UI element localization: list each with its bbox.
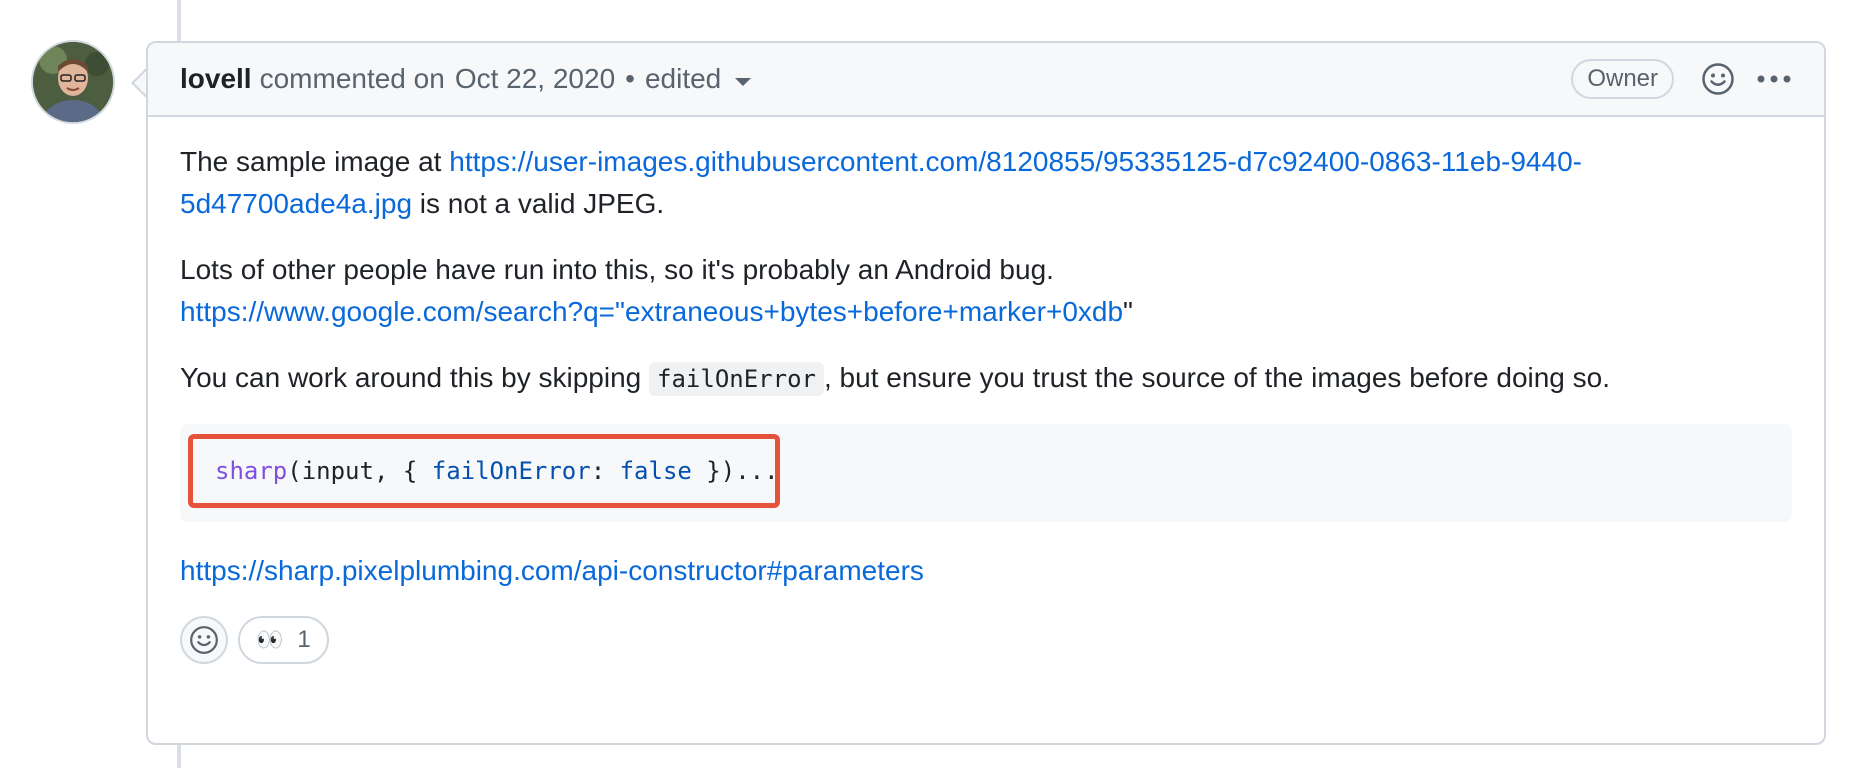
google-search-link[interactable]: https://www.google.com/search?q="extrane… [180,296,1123,327]
smiley-icon [190,626,218,654]
comment-box: lovell commented on Oct 22, 2020 • edite… [146,41,1826,745]
code-keyword: false [619,457,692,485]
paragraph-2-trailing: " [1123,296,1133,327]
code-part-2: : [590,457,620,485]
paragraph-1-suffix: is not a valid JPEG. [412,188,665,219]
paragraph-3-suffix: , but ensure you trust the source of the… [823,362,1611,393]
more-options-button[interactable] [1754,61,1794,97]
edited-dropdown[interactable]: edited [644,63,752,95]
paragraph-1-prefix: The sample image at [180,146,450,177]
paragraph-2: Lots of other people have run into this,… [180,249,1792,333]
add-reaction-button[interactable] [1700,61,1736,97]
eyes-emoji-icon: 👀 [256,627,284,652]
code-function: sharp [215,457,288,485]
reactions-bar: 👀 1 [180,616,1792,664]
reaction-count: 1 [297,626,311,653]
paragraph-1: The sample image at https://user-images.… [180,141,1792,225]
reaction-eyes[interactable]: 👀 1 [238,616,329,664]
smiley-icon [1702,63,1734,95]
docs-link[interactable]: https://sharp.pixelplumbing.com/api-cons… [180,555,924,586]
owner-badge: Owner [1571,59,1674,99]
paragraph-3-prefix: You can work around this by skipping [180,362,650,393]
comment-body: The sample image at https://user-images.… [148,117,1824,664]
code-property: failOnError [431,457,591,485]
chevron-down-icon [735,78,752,86]
highlighted-code-line: sharp (input, { failOnError: false })... [188,434,780,508]
inline-code: failOnError [649,362,824,396]
header-separator: • [625,63,635,94]
comment-date[interactable]: Oct 22, 2020 [455,63,615,95]
edited-label: edited [644,63,722,94]
code-block: sharp (input, { failOnError: false })... [180,424,1792,522]
avatar-image [33,42,113,122]
paragraph-2-text: Lots of other people have run into this,… [180,254,1054,285]
add-reaction-button[interactable] [180,616,228,664]
paragraph-3: You can work around this by skipping fai… [180,357,1792,400]
code-part-3: })... [691,457,779,485]
paragraph-4: https://sharp.pixelplumbing.com/api-cons… [180,550,1792,592]
kebab-horizontal-icon [1757,75,1791,83]
code-part-1: (input, { [287,457,432,485]
author-name[interactable]: lovell [180,63,252,95]
author-avatar[interactable] [31,40,115,124]
comment-action: commented on [259,63,445,94]
comment-header: lovell commented on Oct 22, 2020 • edite… [148,43,1824,117]
